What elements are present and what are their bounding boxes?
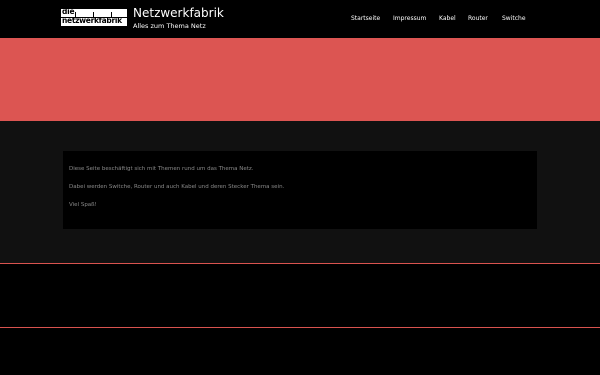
site-tagline: Alles zum Thema Netz — [133, 22, 206, 30]
footer-top-divider — [0, 263, 600, 264]
site-logo[interactable]: die netzwerkfabrik — [61, 9, 127, 26]
nav-item-switche[interactable]: Switche — [502, 15, 526, 23]
nav-item-kabel[interactable]: Kabel — [439, 15, 456, 23]
site-title[interactable]: Netzwerkfabrik — [133, 6, 224, 21]
nav-item-router[interactable]: Router — [468, 15, 488, 23]
content-paragraph: Dabei werden Switche, Router und auch Ka… — [69, 184, 285, 190]
footer-bottom — [0, 328, 600, 375]
nav-item-startseite[interactable]: Startseite — [351, 15, 380, 23]
logo-line-1: die — [62, 9, 75, 16]
nav-item-impressum[interactable]: Impressum — [393, 15, 426, 23]
footer-widget-area — [0, 264, 600, 327]
content-paragraph: Diese Seite beschäftigt sich mit Themen … — [69, 166, 254, 172]
site-header: die netzwerkfabrik Netzwerkfabrik Alles … — [0, 0, 600, 38]
hero-banner — [0, 38, 600, 121]
content-paragraph: Viel Spaß! — [69, 202, 97, 208]
logo-line-2: netzwerkfabrik — [62, 16, 122, 25]
